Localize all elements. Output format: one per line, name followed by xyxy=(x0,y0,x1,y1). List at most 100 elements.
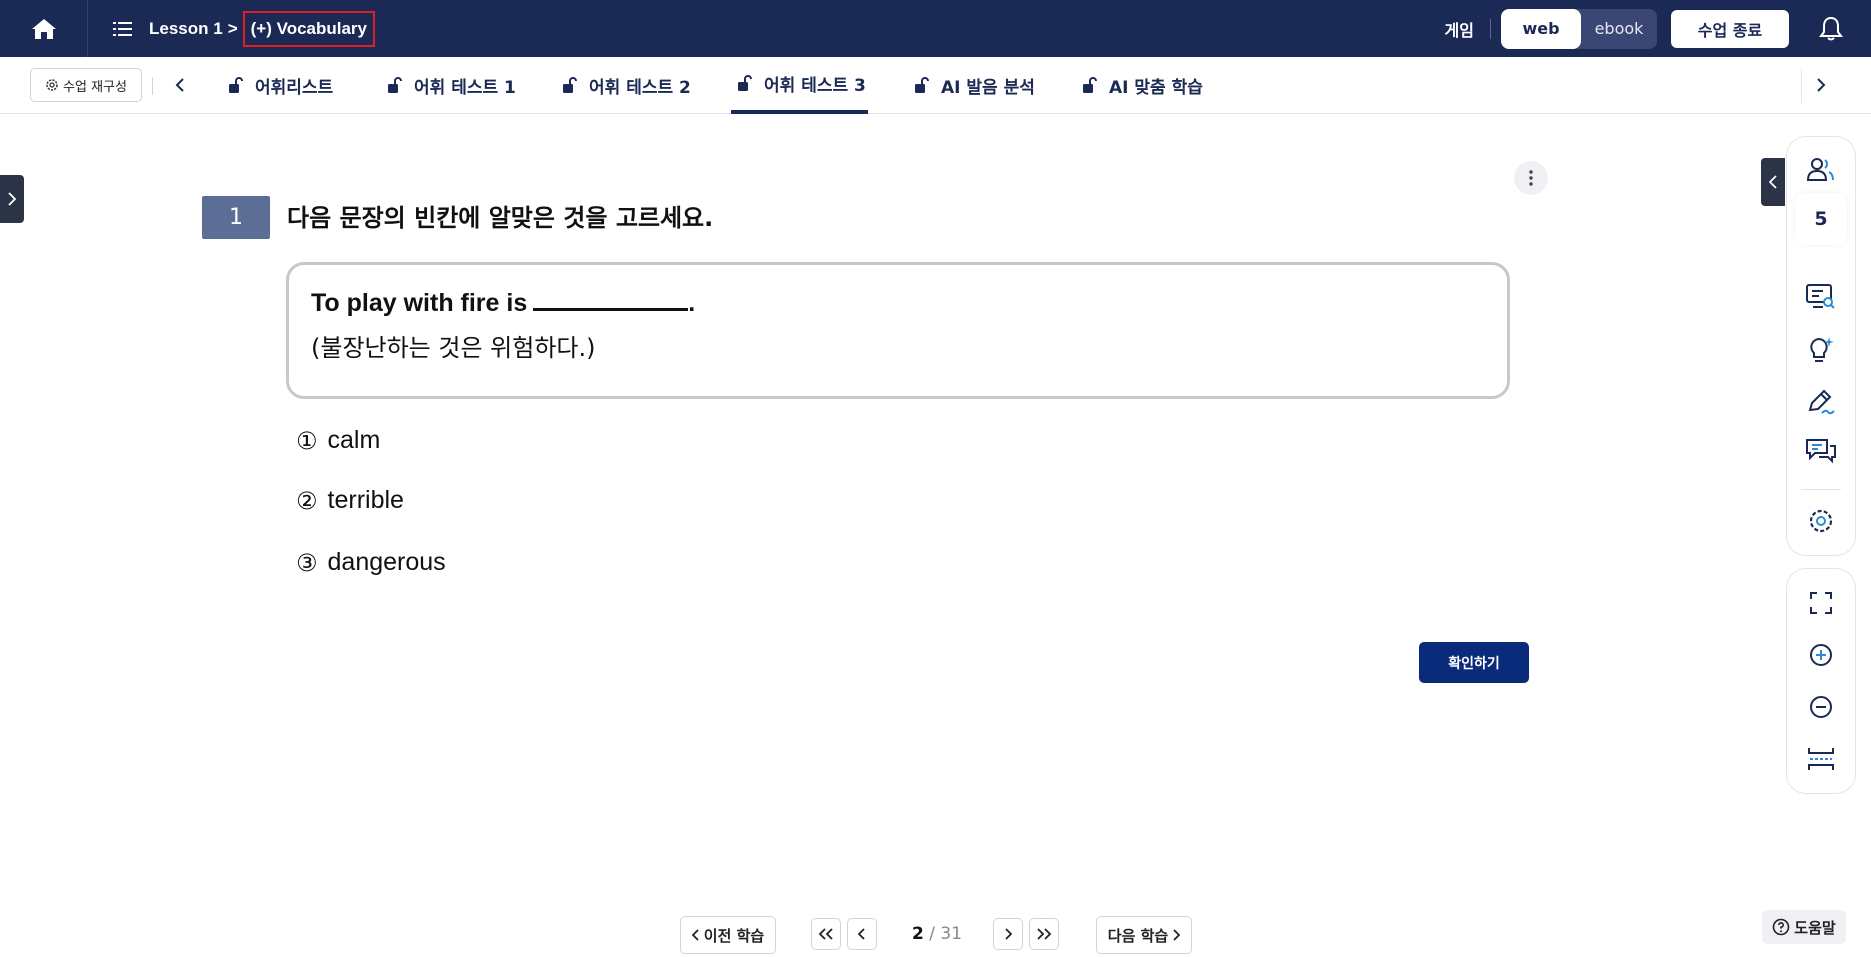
tab-ai-custom-learning[interactable]: AI 맞춤 학습 xyxy=(1082,57,1203,114)
chat-button[interactable] xyxy=(1787,431,1855,471)
question-circle-icon xyxy=(1772,918,1790,936)
unlock-icon xyxy=(388,77,402,93)
pen-tool-button[interactable] xyxy=(1787,382,1855,422)
tab-scroll-right-button[interactable] xyxy=(1810,74,1832,96)
game-button[interactable]: 게임 xyxy=(1445,17,1474,41)
breadcrumb-current[interactable]: (+) Vocabulary xyxy=(242,10,376,47)
tab-label: AI 발음 분석 xyxy=(941,78,1035,98)
previous-page-button[interactable] xyxy=(847,918,877,950)
fullscreen-icon xyxy=(1810,592,1832,614)
double-chevron-left-icon xyxy=(818,928,833,940)
home-icon xyxy=(31,18,56,39)
tab-vocab-test-1[interactable]: 어휘 테스트 1 xyxy=(387,57,516,114)
tab-label: 어휘리스트 xyxy=(255,78,334,98)
tab-scroll-left-button[interactable] xyxy=(170,74,190,96)
fullscreen-button[interactable] xyxy=(1787,583,1855,623)
next-page-button[interactable] xyxy=(993,918,1023,950)
chevron-left-icon xyxy=(691,929,699,941)
pencil-icon xyxy=(1808,389,1835,415)
ai-idea-button[interactable] xyxy=(1787,330,1855,370)
tab-ai-pronunciation[interactable]: AI 발음 분석 xyxy=(914,57,1035,114)
bell-icon xyxy=(1819,16,1843,40)
tab-label: 어휘 테스트 1 xyxy=(414,78,516,98)
sentence-line: To play with fire is. xyxy=(311,289,1485,318)
end-class-button[interactable]: 수업 종료 xyxy=(1671,9,1789,48)
divider xyxy=(1490,18,1491,39)
zoom-out-icon xyxy=(1810,696,1832,718)
chevron-right-icon xyxy=(1005,928,1012,940)
tab-vocabulary-list[interactable]: 어휘리스트 xyxy=(228,57,333,114)
next-lesson-button[interactable]: 다음 학습 xyxy=(1096,916,1192,954)
web-view-button[interactable]: web xyxy=(1501,8,1581,49)
question-instruction: 다음 문장의 빈칸에 알맞은 것을 고르세요. xyxy=(287,204,714,232)
top-bar: Lesson 1 > (+) Vocabulary 게임 web ebook 수… xyxy=(0,0,1871,57)
screen-monitor-button[interactable] xyxy=(1787,277,1855,317)
tab-label: 어휘 테스트 3 xyxy=(764,76,866,96)
settings-button[interactable] xyxy=(1787,501,1855,541)
zoom-in-button[interactable] xyxy=(1787,635,1855,675)
unlock-icon xyxy=(229,77,243,93)
notification-button[interactable] xyxy=(1811,9,1851,49)
tab-label: AI 맞춤 학습 xyxy=(1109,78,1203,98)
chevron-left-icon xyxy=(858,928,865,940)
option-number: ② xyxy=(296,486,318,515)
confirm-button[interactable]: 확인하기 xyxy=(1419,642,1529,683)
tab-vocab-test-3[interactable]: 어휘 테스트 3 xyxy=(731,57,868,114)
page-indicator: 2 / 31 xyxy=(912,924,962,944)
previous-lesson-label: 이전 학습 xyxy=(703,926,765,945)
view-toggle: web ebook xyxy=(1501,8,1657,49)
sentence-translation: (불장난하는 것은 위험하다.) xyxy=(311,334,596,362)
option-text: terrible xyxy=(327,486,404,514)
home-button[interactable] xyxy=(0,0,88,57)
participants-count: 5 xyxy=(1814,208,1828,230)
chat-icon xyxy=(1806,439,1836,464)
option-text: dangerous xyxy=(327,548,446,576)
answer-option-1[interactable]: ① calm xyxy=(296,426,380,455)
tab-vocab-test-2[interactable]: 어휘 테스트 2 xyxy=(562,57,691,114)
breadcrumb-lesson[interactable]: Lesson 1 xyxy=(149,19,223,39)
chevron-right-icon xyxy=(1817,78,1826,92)
chevron-left-icon xyxy=(175,78,184,92)
participants-button[interactable] xyxy=(1787,149,1855,189)
help-button[interactable]: 도움말 xyxy=(1762,910,1846,944)
top-right-controls: 게임 web ebook 수업 종료 xyxy=(1445,0,1871,57)
zoom-out-button[interactable] xyxy=(1787,687,1855,727)
double-chevron-right-icon xyxy=(1037,928,1052,940)
right-toolbar-bottom xyxy=(1786,568,1856,794)
option-text: calm xyxy=(327,426,381,454)
fit-height-icon xyxy=(1808,748,1834,770)
ebook-view-button[interactable]: ebook xyxy=(1581,9,1657,49)
left-drawer-toggle[interactable] xyxy=(0,175,24,223)
lightbulb-sparkle-icon xyxy=(1810,337,1834,362)
right-toolbar-top: 5 xyxy=(1786,136,1856,556)
gear-icon xyxy=(1809,509,1833,533)
answer-blank xyxy=(533,289,689,311)
chevron-left-icon xyxy=(1769,175,1777,189)
previous-lesson-button[interactable]: 이전 학습 xyxy=(680,916,776,954)
chevron-right-icon xyxy=(8,192,16,206)
breadcrumb: Lesson 1 > (+) Vocabulary xyxy=(149,10,376,47)
answer-option-3[interactable]: ③ dangerous xyxy=(296,548,446,577)
first-page-button[interactable] xyxy=(811,918,841,950)
gear-icon xyxy=(46,79,58,91)
reorganize-class-button[interactable]: 수업 재구성 xyxy=(30,68,142,102)
divider xyxy=(152,77,153,95)
next-lesson-label: 다음 학습 xyxy=(1107,926,1169,945)
right-sidebar-toggle[interactable] xyxy=(1761,158,1785,206)
zoom-in-icon xyxy=(1810,644,1832,666)
answer-option-2[interactable]: ② terrible xyxy=(296,486,404,515)
help-label: 도움말 xyxy=(1794,918,1836,937)
more-options-button[interactable] xyxy=(1514,161,1548,195)
fit-height-button[interactable] xyxy=(1787,739,1855,779)
chevron-right-icon xyxy=(1173,929,1181,941)
last-page-button[interactable] xyxy=(1029,918,1059,950)
tab-bar: 수업 재구성 어휘리스트 어휘 테스트 1 어휘 테스트 2 어휘 테스트 3 … xyxy=(0,57,1871,114)
participants-count-box: 5 xyxy=(1795,193,1847,245)
unlock-icon xyxy=(915,77,929,93)
sentence-text: To play with fire is xyxy=(311,289,528,317)
total-pages: / 31 xyxy=(929,924,963,944)
list-icon xyxy=(113,21,132,36)
lesson-menu-button[interactable] xyxy=(112,18,134,40)
breadcrumb-separator: > xyxy=(227,18,238,38)
kebab-menu-icon xyxy=(1529,170,1533,186)
